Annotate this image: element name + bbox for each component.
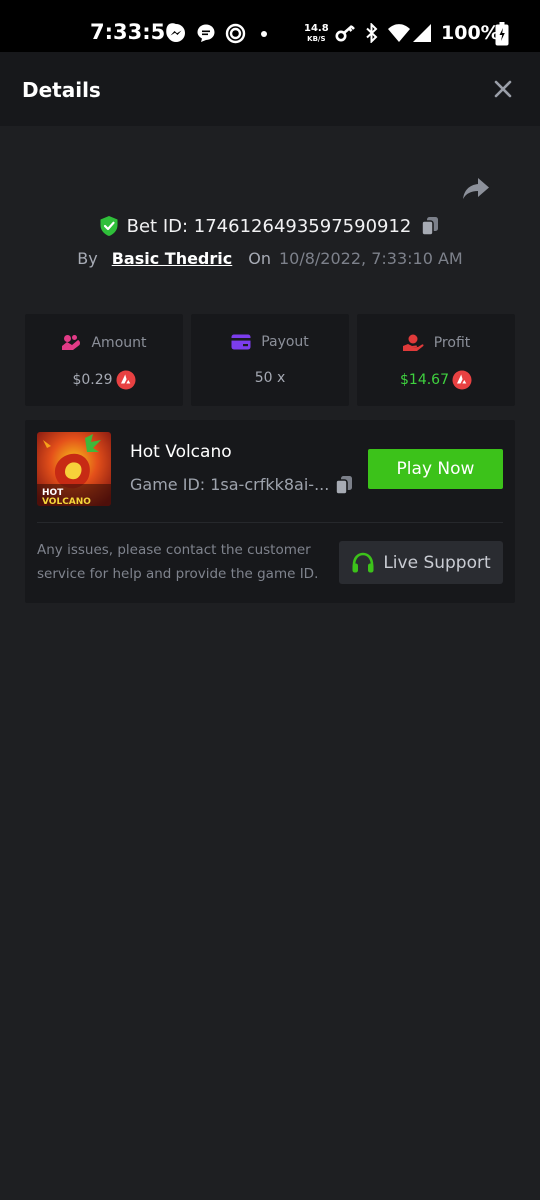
signal-icon — [413, 24, 431, 42]
status-bar: 7:33:50 14.8 KB/S 100% — [0, 0, 540, 52]
payout-value: 50 x — [254, 370, 286, 386]
on-label: On — [248, 248, 271, 268]
amount-label: Amount — [91, 335, 147, 351]
details-header: Details — [0, 52, 540, 126]
bet-id: Bet ID: 1746126493597590912 — [126, 215, 412, 237]
key-icon — [335, 25, 355, 42]
by-label: By — [77, 248, 98, 268]
divider — [37, 522, 503, 523]
payout-card: Payout 50 x — [191, 314, 349, 406]
game-card: HOT VOLCANO Hot Volcano Game ID: 1sa-crf… — [25, 420, 515, 603]
thumb-title-line2: VOLCANO — [42, 497, 91, 506]
headset-icon — [352, 552, 374, 572]
wifi-icon — [388, 24, 410, 42]
profit-value: $14.67 — [400, 372, 449, 388]
game-thumbnail[interactable]: HOT VOLCANO — [37, 432, 111, 506]
profit-icon — [402, 334, 424, 351]
profit-label: Profit — [433, 335, 471, 351]
net-speed-unit: KB/S — [307, 35, 326, 43]
card-icon — [231, 334, 251, 350]
amount-value: $0.29 — [72, 372, 113, 388]
bet-id-row: Bet ID: 1746126493597590912 — [0, 212, 540, 240]
profit-card: Profit $14.67 — [357, 314, 515, 406]
verified-shield-icon — [100, 216, 118, 236]
bet-meta-row: By Basic Thedric On 10/8/2022, 7:33:10 A… — [0, 246, 540, 270]
play-now-button[interactable]: Play Now — [368, 449, 503, 489]
net-speed-value: 14.8 — [304, 23, 329, 34]
chat-icon — [197, 24, 215, 42]
game-id: Game ID: 1sa-crfkk8ai-... — [130, 475, 330, 494]
battery-percent: 100% — [441, 22, 500, 44]
close-icon[interactable] — [490, 76, 516, 102]
avax-coin-icon — [452, 370, 472, 390]
bluetooth-icon — [366, 23, 378, 43]
live-support-label: Live Support — [383, 552, 491, 573]
messenger-icon — [167, 24, 185, 42]
copy-game-id-icon[interactable] — [333, 474, 355, 496]
page-title: Details — [22, 78, 101, 102]
help-text: Any issues, please contact the customer … — [37, 542, 319, 582]
dot-icon — [261, 31, 267, 37]
user-link[interactable]: Basic Thedric — [112, 249, 233, 268]
net-speed: 14.8 KB/S — [304, 24, 329, 44]
game-name: Hot Volcano — [130, 442, 232, 462]
payout-label: Payout — [261, 334, 309, 350]
battery-icon — [495, 22, 509, 46]
amount-icon — [62, 335, 81, 350]
app-icon — [225, 23, 246, 44]
amount-card: Amount $0.29 — [25, 314, 183, 406]
live-support-button[interactable]: Live Support — [339, 541, 503, 584]
avax-coin-icon — [116, 370, 136, 390]
copy-bet-id-icon[interactable] — [419, 215, 441, 237]
bet-date: 10/8/2022, 7:33:10 AM — [278, 248, 463, 268]
share-icon[interactable] — [461, 176, 491, 202]
